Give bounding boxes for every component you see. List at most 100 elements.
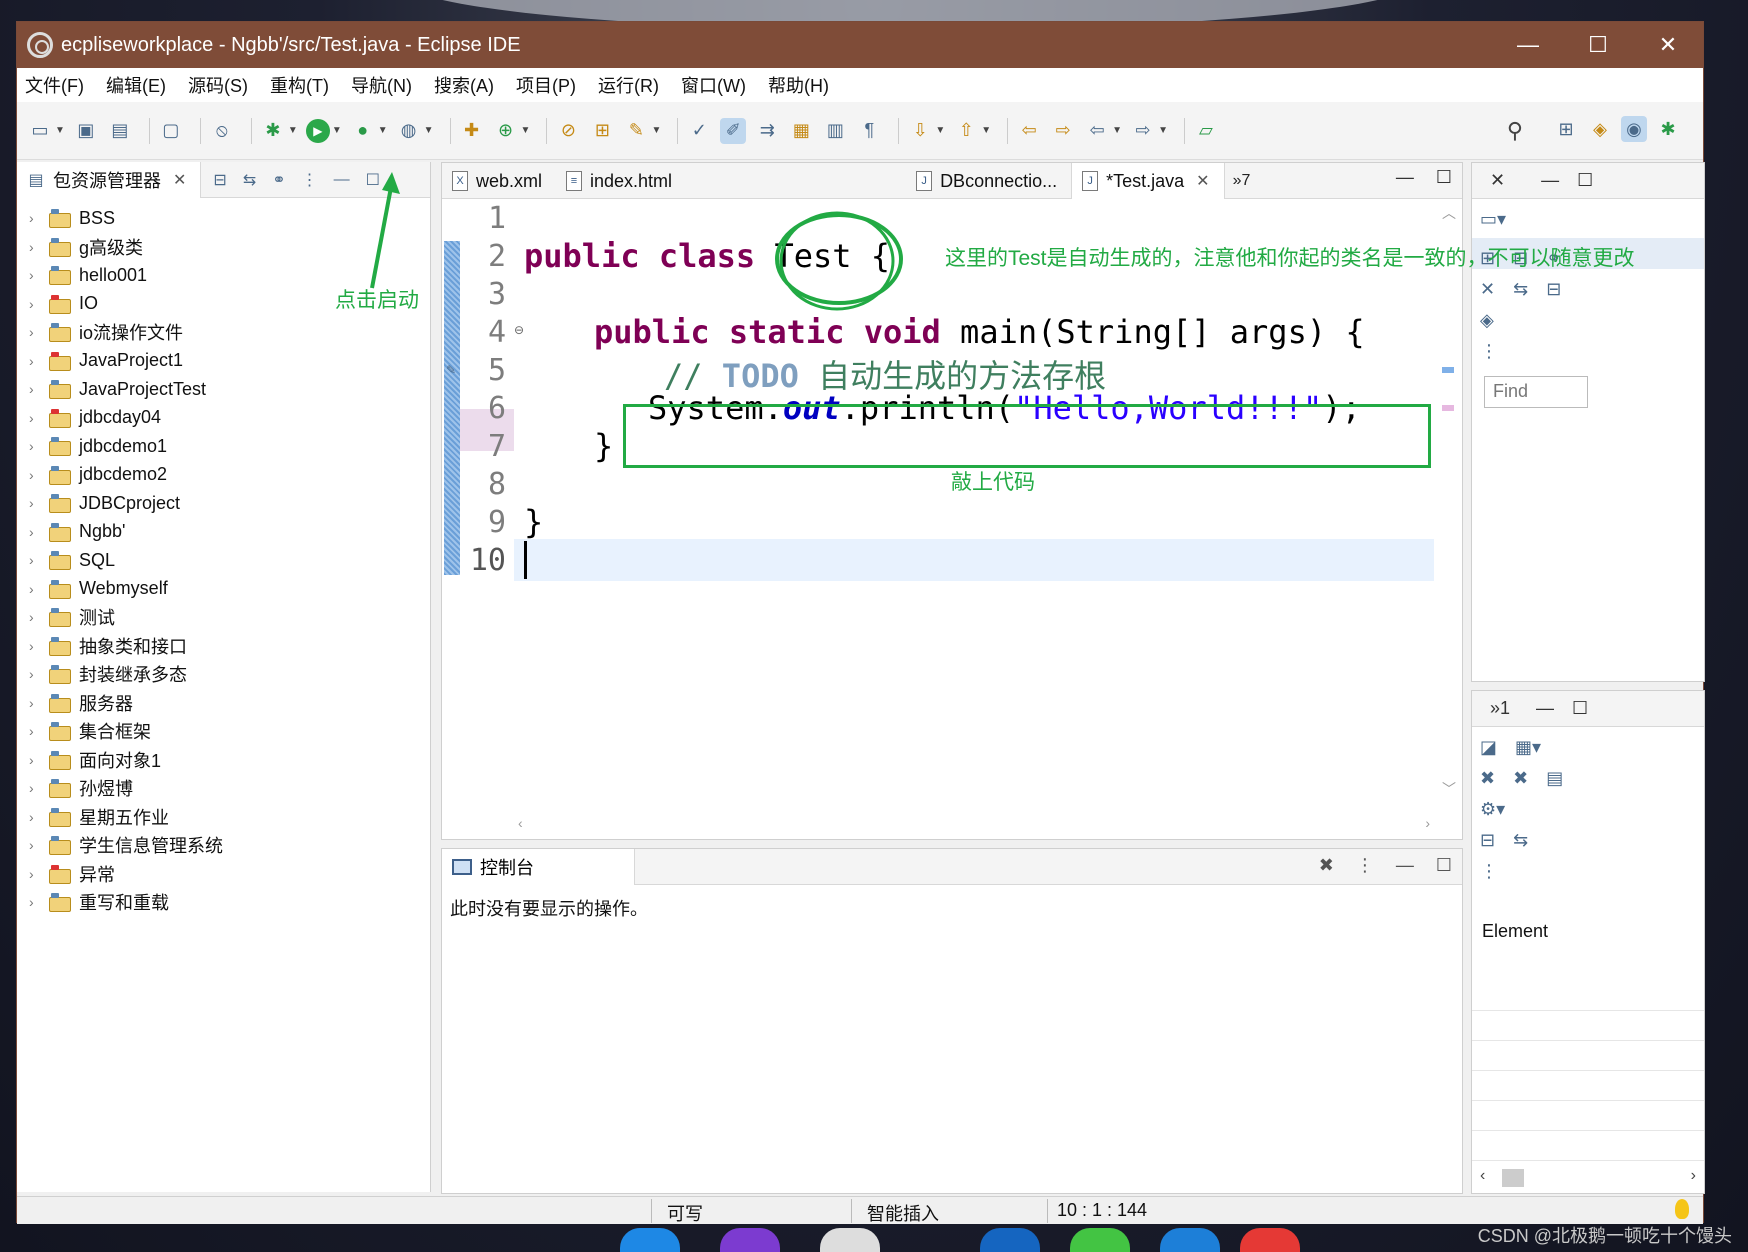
task-repo-icon[interactable]: ◈ bbox=[1480, 310, 1494, 331]
chevron-right-icon[interactable]: › bbox=[29, 581, 43, 597]
chevron-right-icon[interactable]: › bbox=[29, 324, 43, 340]
tree-item[interactable]: › SQL bbox=[17, 546, 430, 575]
remove-launches-icon[interactable]: ✖ bbox=[1319, 855, 1334, 876]
tree-item[interactable]: › 面向对象1 bbox=[17, 746, 430, 775]
chevron-right-icon[interactable]: › bbox=[29, 780, 43, 796]
chevron-right-icon[interactable]: › bbox=[29, 410, 43, 426]
chevron-right-icon[interactable]: › bbox=[29, 438, 43, 454]
debug-perspective-icon[interactable]: ✱ bbox=[1655, 116, 1681, 142]
tree-item[interactable]: › Ngbb' bbox=[17, 518, 430, 547]
tree-item[interactable]: › jdbcday04 bbox=[17, 404, 430, 433]
chevron-right-icon[interactable]: › bbox=[29, 609, 43, 625]
tree-item[interactable]: › JavaProjectTest bbox=[17, 375, 430, 404]
chevron-right-icon[interactable]: › bbox=[29, 695, 43, 711]
remove-icon[interactable]: ✖ bbox=[1480, 768, 1495, 789]
pin-editor-icon[interactable]: ▱ bbox=[1193, 118, 1219, 144]
task-icon[interactable]: ✓ bbox=[686, 118, 712, 144]
close-tab-icon[interactable]: ✕ bbox=[173, 170, 186, 190]
tree-item[interactable]: › io流操作文件 bbox=[17, 318, 430, 347]
toggle-breadcrumb-icon[interactable]: ▥ bbox=[822, 118, 848, 144]
menu-search[interactable]: 搜索(A) bbox=[434, 72, 494, 98]
tree-item[interactable]: › Webmyself bbox=[17, 575, 430, 604]
collapse-icon[interactable]: ⊟ bbox=[1480, 830, 1495, 851]
search-tool-icon[interactable]: ✎ bbox=[623, 118, 649, 144]
tree-item[interactable]: › JavaProject1 bbox=[17, 347, 430, 376]
scroll-up-icon[interactable]: ︿ bbox=[1442, 203, 1456, 223]
back-dropdown-icon[interactable]: ▼ bbox=[1112, 125, 1122, 136]
vertical-scrollbar[interactable]: ︿ ﹀ bbox=[1434, 199, 1462, 809]
filter-icon[interactable]: ⚭ bbox=[272, 170, 285, 190]
new-dropdown-icon[interactable]: ▼ bbox=[55, 125, 65, 136]
tree-item[interactable]: › 测试 bbox=[17, 603, 430, 632]
chevron-right-icon[interactable]: › bbox=[29, 210, 43, 226]
open-type-icon[interactable]: ⊘ bbox=[555, 118, 581, 144]
debug-dropdown-icon[interactable]: ▼ bbox=[288, 125, 298, 136]
tree-item[interactable]: › 星期五作业 bbox=[17, 803, 430, 832]
tree-item[interactable]: › jdbcdemo1 bbox=[17, 432, 430, 461]
new-java-package-icon[interactable]: ✚ bbox=[459, 118, 485, 144]
menu-edit[interactable]: 编辑(E) bbox=[106, 72, 166, 98]
coverage-dropdown-icon[interactable]: ▼ bbox=[378, 125, 388, 136]
remove-all-icon[interactable]: ✖ bbox=[1513, 768, 1528, 789]
taskbar-app-icon[interactable] bbox=[1070, 1228, 1130, 1252]
taskbar-app-icon[interactable] bbox=[1160, 1228, 1220, 1252]
back-icon[interactable]: ⇦ bbox=[1084, 118, 1110, 144]
taskbar-app-icon[interactable] bbox=[820, 1228, 880, 1252]
scroll-right-icon[interactable]: › bbox=[1691, 1167, 1696, 1185]
tab-web-xml[interactable]: X web.xml bbox=[442, 163, 556, 199]
tree-item[interactable]: › 抽象类和接口 bbox=[17, 632, 430, 661]
tip-bulb-icon[interactable] bbox=[1675, 1199, 1689, 1219]
chevron-right-icon[interactable]: › bbox=[29, 552, 43, 568]
menu-help[interactable]: 帮助(H) bbox=[768, 72, 829, 98]
coverage-icon[interactable]: ● bbox=[350, 118, 376, 144]
tree-item[interactable]: › JDBCproject bbox=[17, 489, 430, 518]
panel-menu-icon[interactable]: ⋮ bbox=[1480, 341, 1498, 362]
maximize-view-icon[interactable]: ☐ bbox=[1577, 170, 1593, 191]
taskbar-app-icon[interactable] bbox=[1240, 1228, 1300, 1252]
next-annotation-dropdown-icon[interactable]: ▼ bbox=[935, 125, 945, 136]
mark-occurrences-icon[interactable]: ✐ bbox=[720, 117, 747, 144]
prev-annotation-dropdown-icon[interactable]: ▼ bbox=[981, 125, 991, 136]
overview-task-marker[interactable] bbox=[1442, 367, 1454, 373]
close-view-icon[interactable]: ✕ bbox=[1490, 170, 1505, 191]
external-tools-dropdown-icon[interactable]: ▼ bbox=[424, 125, 434, 136]
word-wrap-icon[interactable]: ⇉ bbox=[754, 118, 780, 144]
menu-window[interactable]: 窗口(W) bbox=[681, 72, 746, 98]
link-editor-icon[interactable]: ⇆ bbox=[243, 170, 256, 190]
tree-item[interactable]: › 孙煜博 bbox=[17, 774, 430, 803]
prev-annotation-icon[interactable]: ⇧ bbox=[953, 118, 979, 144]
overview-line-marker[interactable] bbox=[1442, 405, 1454, 411]
link-icon[interactable]: ⇆ bbox=[1513, 830, 1528, 851]
tab-package-explorer[interactable]: ▤ 包资源管理器 ✕ bbox=[17, 161, 202, 198]
search-icon[interactable]: ⚲ bbox=[1507, 118, 1523, 144]
tree-item[interactable]: › 集合框架 bbox=[17, 717, 430, 746]
layout-icon[interactable]: ▤ bbox=[1546, 768, 1563, 789]
chevron-right-icon[interactable]: › bbox=[29, 666, 43, 682]
sort-icon[interactable]: ◪ bbox=[1480, 737, 1497, 758]
chevron-right-icon[interactable]: › bbox=[29, 467, 43, 483]
horizontal-scrollbar[interactable]: ‹ › bbox=[514, 811, 1434, 839]
tree-item[interactable]: › 重写和重载 bbox=[17, 888, 430, 917]
save-all-icon[interactable]: ▤ bbox=[107, 118, 133, 144]
settings-icon[interactable]: ⚙▾ bbox=[1480, 799, 1505, 820]
collapse-tasks-icon[interactable]: ✕ bbox=[1480, 279, 1495, 300]
focus-icon[interactable]: ⊟ bbox=[1546, 279, 1561, 300]
find-input[interactable]: Find bbox=[1484, 376, 1588, 408]
close-window-icon[interactable]: ✕ bbox=[1633, 22, 1703, 68]
taskbar-app-icon[interactable] bbox=[620, 1228, 680, 1252]
forward-edit-icon[interactable]: ⇨ bbox=[1050, 118, 1076, 144]
menu-project[interactable]: 项目(P) bbox=[516, 72, 576, 98]
search-dropdown-icon[interactable]: ▼ bbox=[651, 125, 661, 136]
run-icon[interactable]: ▶ bbox=[305, 118, 330, 143]
save-icon[interactable]: ▣ bbox=[73, 118, 99, 144]
chevron-right-icon[interactable]: › bbox=[29, 267, 43, 283]
java-perspective-icon[interactable]: ◉ bbox=[1621, 116, 1647, 142]
run-dropdown-icon[interactable]: ▼ bbox=[332, 125, 342, 136]
code-area[interactable]: ⊖ ✎ 1 2 3 4 5 6 7 8 9 10 public class Test { publ… bbox=[442, 199, 1462, 809]
console-menu-icon[interactable]: ⋮ bbox=[1356, 855, 1374, 876]
maximize-icon[interactable]: ☐ bbox=[1563, 22, 1633, 68]
hide-fields-icon[interactable]: ▦▾ bbox=[1515, 737, 1541, 758]
minimize-console-icon[interactable]: — bbox=[1396, 855, 1414, 876]
tree-item[interactable]: › 服务器 bbox=[17, 689, 430, 718]
chevron-right-icon[interactable]: › bbox=[29, 752, 43, 768]
